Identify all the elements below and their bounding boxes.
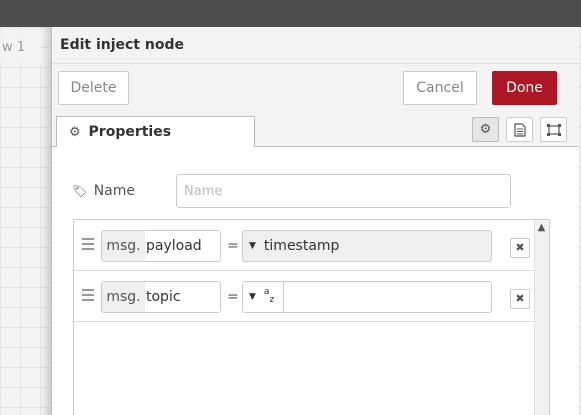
msg-prefix: msg. (102, 282, 145, 312)
name-label: 🏷 Name (72, 174, 135, 208)
property-name[interactable]: topic (146, 282, 181, 312)
caret-down-icon: ▼ (249, 241, 256, 251)
flow-tab[interactable]: w 1 (0, 34, 41, 62)
property-value-field[interactable]: ▼ az (242, 281, 492, 313)
properties-panel: 🏷 Name msg. payload = ▼ timestamp (52, 147, 578, 415)
done-button[interactable]: Done (492, 71, 557, 105)
property-value-input[interactable] (284, 282, 491, 312)
caret-down-icon: ▼ (249, 292, 256, 302)
tab-properties-label: Properties (88, 124, 172, 140)
tab-properties[interactable]: ⚙ Properties (56, 116, 255, 148)
tray-header: Edit inject node (52, 27, 578, 64)
tray-shadow (41, 27, 51, 415)
string-type-icon: az (263, 286, 275, 305)
delete-button[interactable]: Delete (58, 71, 129, 105)
property-name-field[interactable]: msg. topic (101, 281, 221, 313)
property-list: msg. payload = ▼ timestamp ✖ msg. topic (73, 219, 550, 415)
equals-sign: = (227, 289, 239, 305)
tray-title: Edit inject node (60, 37, 184, 53)
type-label: timestamp (263, 238, 340, 254)
name-row: 🏷 Name (72, 174, 512, 208)
edit-tray: Edit inject node Delete Cancel Done ⚙ Pr… (51, 27, 578, 415)
type-select[interactable]: ▼ timestamp (243, 231, 339, 261)
list-item: msg. topic = ▼ az ✖ (74, 271, 535, 322)
name-input[interactable] (176, 174, 511, 208)
cancel-button[interactable]: Cancel (403, 71, 477, 105)
tray-toolbar: Delete Cancel Done (52, 64, 578, 114)
equals-sign: = (227, 238, 239, 254)
description-icon[interactable] (506, 117, 533, 142)
gear-icon[interactable]: ⚙ (472, 117, 499, 142)
tag-icon: 🏷 (72, 184, 88, 198)
tray-tabs: ⚙ Properties ⚙ (52, 114, 578, 148)
type-select[interactable]: ▼ az (243, 282, 274, 312)
app-header (0, 0, 581, 27)
list-item: msg. payload = ▼ timestamp ✖ (74, 220, 535, 271)
gear-icon: ⚙ (69, 125, 81, 140)
appearance-icon[interactable] (540, 117, 567, 142)
name-label-text: Name (93, 183, 135, 199)
drag-handle-icon[interactable] (82, 238, 94, 250)
list-scrollbar[interactable]: ▲ (534, 220, 549, 415)
property-name[interactable]: payload (146, 231, 202, 261)
msg-prefix: msg. (102, 231, 145, 261)
chevron-up-icon[interactable]: ▲ (534, 220, 549, 235)
property-name-field[interactable]: msg. payload (101, 230, 221, 262)
remove-button[interactable]: ✖ (510, 289, 530, 309)
remove-button[interactable]: ✖ (510, 238, 530, 258)
property-value-field[interactable]: ▼ timestamp (242, 230, 492, 262)
drag-handle-icon[interactable] (82, 289, 94, 301)
